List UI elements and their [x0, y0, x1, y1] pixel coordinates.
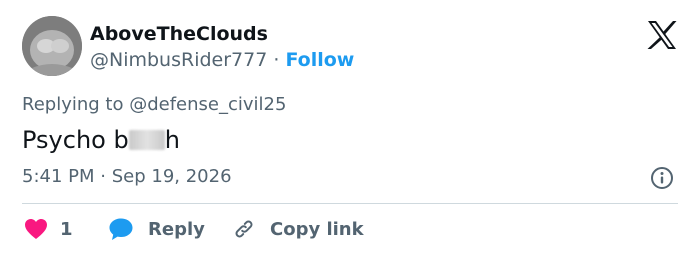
handle-row: @NimbusRider777 · Follow — [90, 48, 354, 72]
display-name[interactable]: AboveTheClouds — [90, 22, 268, 46]
avatar[interactable] — [22, 16, 82, 76]
tweet-text-end: h — [164, 126, 180, 154]
timestamp[interactable]: 5:41 PM · Sep 19, 2026 — [22, 166, 232, 188]
tweet-text-start: Psycho b — [22, 126, 129, 154]
reply-button[interactable]: Reply — [108, 216, 205, 242]
like-count: 1 — [60, 218, 73, 240]
follow-button[interactable]: Follow — [285, 49, 354, 71]
handle-separator: · — [273, 49, 280, 71]
speech-bubble-icon — [108, 217, 134, 241]
timestamp-separator: · — [100, 166, 106, 187]
copy-link-label: Copy link — [270, 218, 364, 240]
tweet-card: AboveTheClouds @NimbusRider777 · Follow … — [0, 0, 700, 256]
tweet-time: 5:41 PM — [22, 166, 95, 187]
link-icon — [232, 217, 256, 241]
divider — [22, 203, 678, 204]
replying-prefix: Replying to — [22, 94, 124, 115]
tweet-text: Psycho b h — [22, 124, 180, 156]
replying-to: Replying to @defense_civil25 — [22, 94, 286, 116]
info-icon[interactable] — [650, 166, 674, 190]
user-handle[interactable]: @NimbusRider777 — [90, 49, 267, 71]
x-logo-icon[interactable] — [646, 20, 678, 50]
heart-icon — [24, 218, 48, 240]
like-button[interactable]: 1 — [24, 216, 73, 242]
censor-blur — [128, 130, 165, 150]
tweet-date: Sep 19, 2026 — [111, 166, 232, 187]
copy-link-button[interactable]: Copy link — [232, 216, 364, 242]
reply-label: Reply — [148, 218, 205, 240]
replying-target[interactable]: @defense_civil25 — [129, 94, 286, 115]
